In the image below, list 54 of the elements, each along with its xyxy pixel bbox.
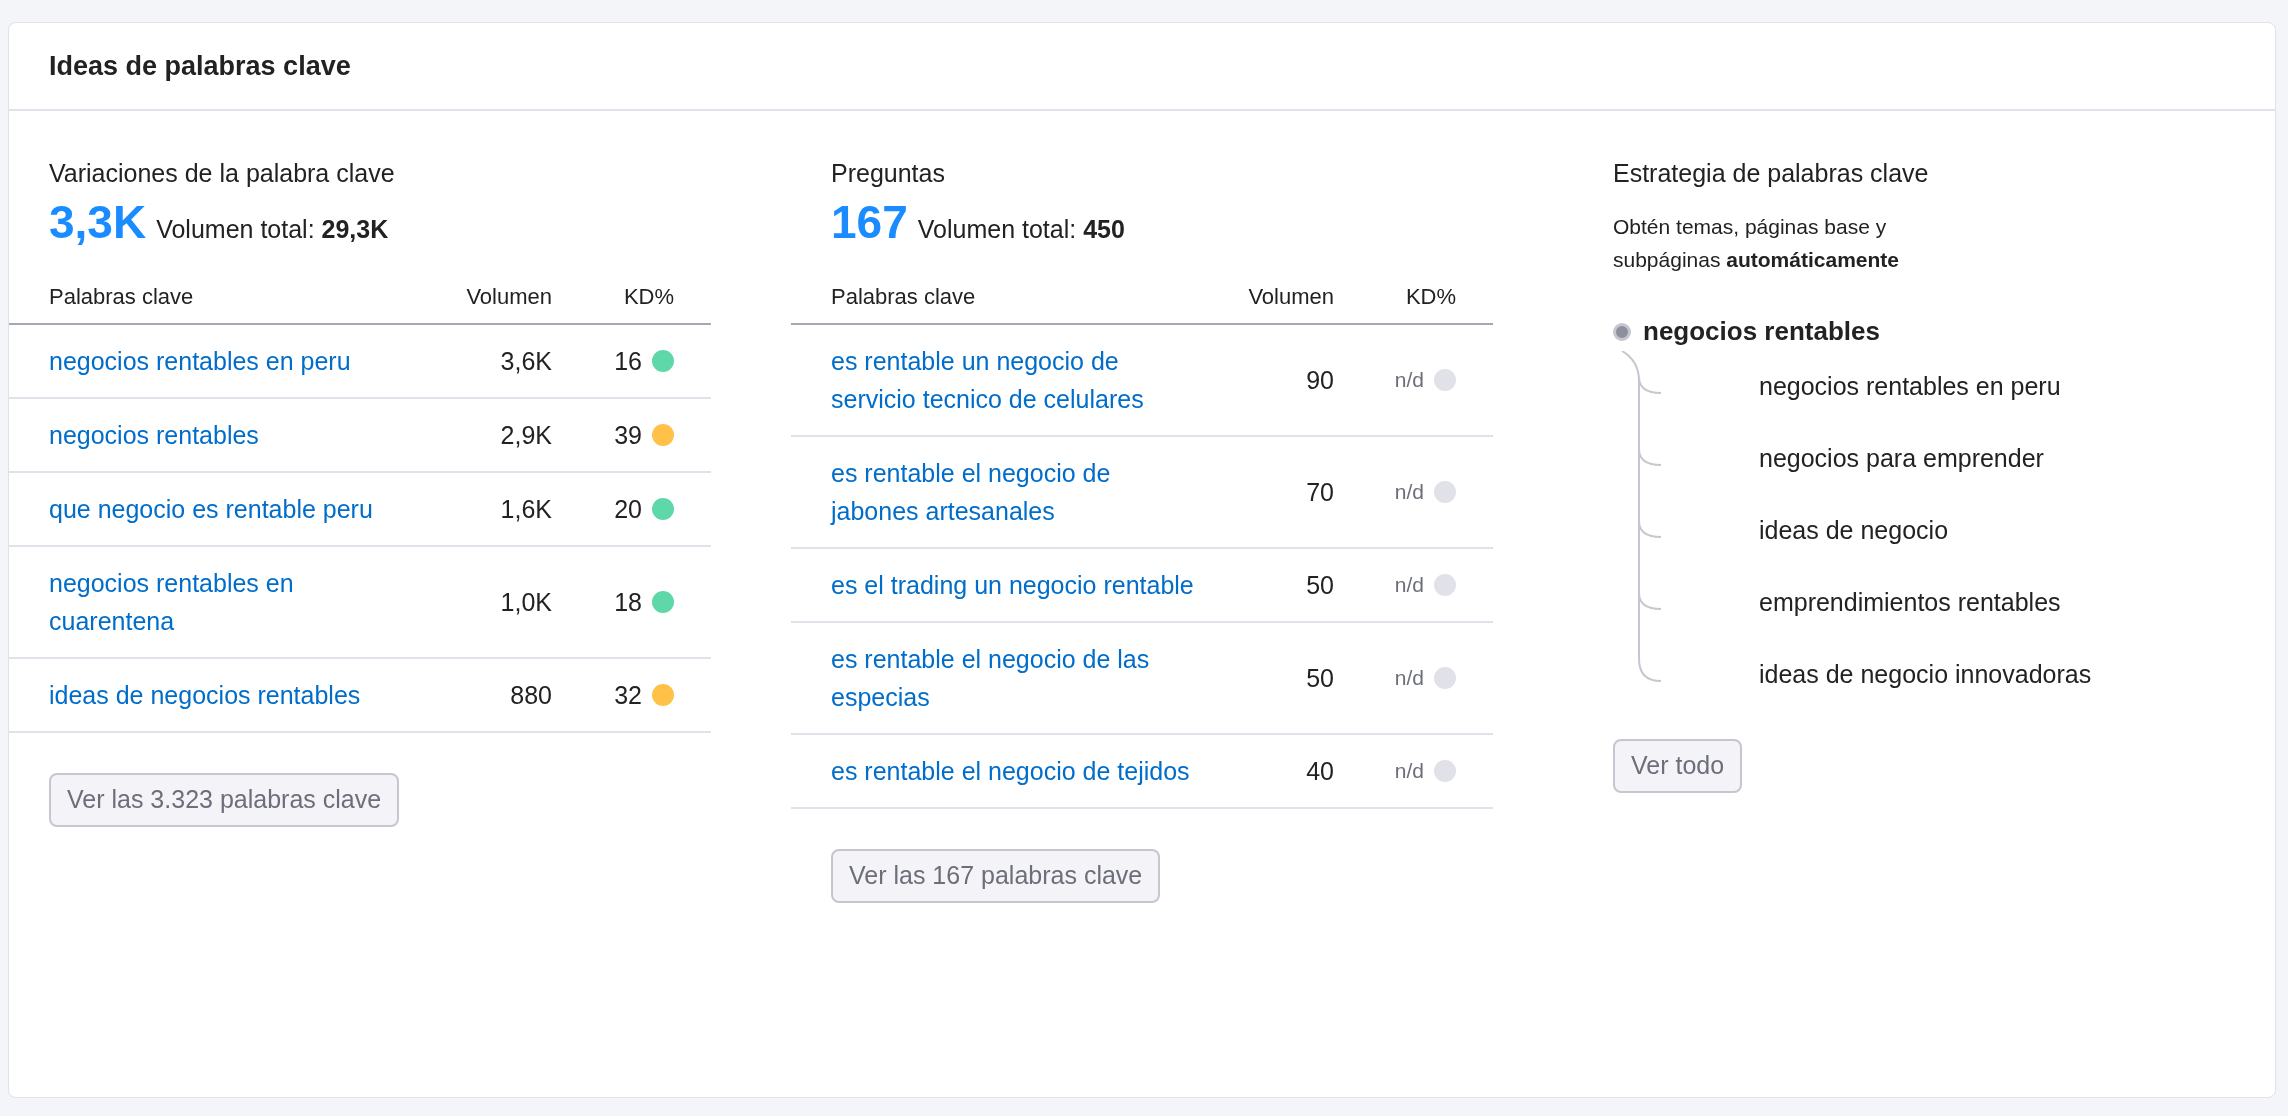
- kd-value: n/d: [1394, 665, 1424, 691]
- keyword-count: 167: [831, 195, 908, 250]
- kd-value: n/d: [1394, 758, 1424, 784]
- section-title: Estrategia de palabras clave: [1613, 158, 1930, 189]
- column-header: Volumen: [1247, 283, 1334, 311]
- kd-value: 16: [614, 346, 642, 377]
- keyword-link[interactable]: es rentable el negocio de tejidos: [831, 752, 1204, 790]
- view-all-button[interactable]: Ver todo: [1613, 739, 1743, 793]
- column-header: Palabras clave: [49, 283, 195, 311]
- keyword-link[interactable]: que negocio es rentable peru: [49, 490, 422, 528]
- tree-item: emprendimientos rentables: [1759, 587, 2062, 619]
- kd-value: n/d: [1394, 479, 1424, 505]
- kd-value: n/d: [1394, 367, 1424, 393]
- keyword-count: 3,3K: [49, 195, 147, 250]
- column-header: Palabras clave: [831, 283, 977, 311]
- column-header: KD%: [622, 283, 674, 311]
- volume-cell-text: 1,6K: [499, 494, 552, 525]
- volume-cell-text: 880: [509, 680, 552, 711]
- keyword-link[interactable]: ideas de negocios rentables: [49, 676, 422, 714]
- keyword-link[interactable]: negocios rentables: [49, 416, 422, 454]
- keyword-link[interactable]: es rentable el negocio de las especias: [831, 640, 1204, 716]
- column-header: Volumen: [465, 283, 552, 311]
- view-all-button[interactable]: Ver las 167 palabras clave: [831, 849, 1161, 903]
- kd-value: 39: [614, 420, 642, 451]
- kd-value: n/d: [1394, 572, 1424, 598]
- total-volume: Volumen total: 29,3K: [156, 214, 389, 245]
- volume-cell-text: 2,9K: [499, 420, 552, 451]
- card-title: Ideas de palabras clave: [49, 49, 351, 83]
- column-header: KD%: [1404, 283, 1456, 311]
- total-volume: Volumen total: 450: [917, 214, 1125, 245]
- tree-item: negocios rentables en peru: [1759, 371, 2062, 403]
- kd-value: 20: [614, 494, 642, 525]
- volume-cell-text: 3,6K: [499, 346, 552, 377]
- view-all-button[interactable]: Ver las 3.323 palabras clave: [49, 773, 400, 827]
- kd-value: 18: [614, 587, 642, 618]
- keyword-link[interactable]: negocios rentables en peru: [49, 342, 422, 380]
- section-title: Preguntas: [831, 158, 946, 189]
- volume-cell-text: 70: [1305, 477, 1334, 508]
- keyword-link[interactable]: es el trading un negocio rentable: [831, 566, 1204, 604]
- volume-cell-text: 50: [1305, 570, 1334, 601]
- kd-value: 32: [614, 680, 642, 711]
- section-title: Variaciones de la palabra clave: [49, 158, 396, 189]
- volume-cell-text: 90: [1305, 365, 1334, 396]
- tree-item: ideas de negocio: [1759, 515, 1950, 547]
- volume-cell-text: 40: [1305, 756, 1334, 787]
- keyword-link[interactable]: negocios rentables en cuarentena: [49, 564, 422, 640]
- keyword-link[interactable]: es rentable un negocio de servicio tecnico de celulares: [831, 342, 1204, 418]
- volume-cell-text: 1,0K: [499, 587, 552, 618]
- tree-root-label: negocios rentables: [1643, 315, 1880, 348]
- tree-item: negocios para emprender: [1759, 443, 2045, 475]
- section-description: Obtén temas, páginas base y subpáginas automáticamente: [1613, 214, 1900, 273]
- keyword-link[interactable]: es rentable el negocio de jabones artesanales: [831, 454, 1204, 530]
- tree-item: ideas de negocio innovadoras: [1759, 659, 2092, 691]
- volume-cell-text: 50: [1305, 663, 1334, 694]
